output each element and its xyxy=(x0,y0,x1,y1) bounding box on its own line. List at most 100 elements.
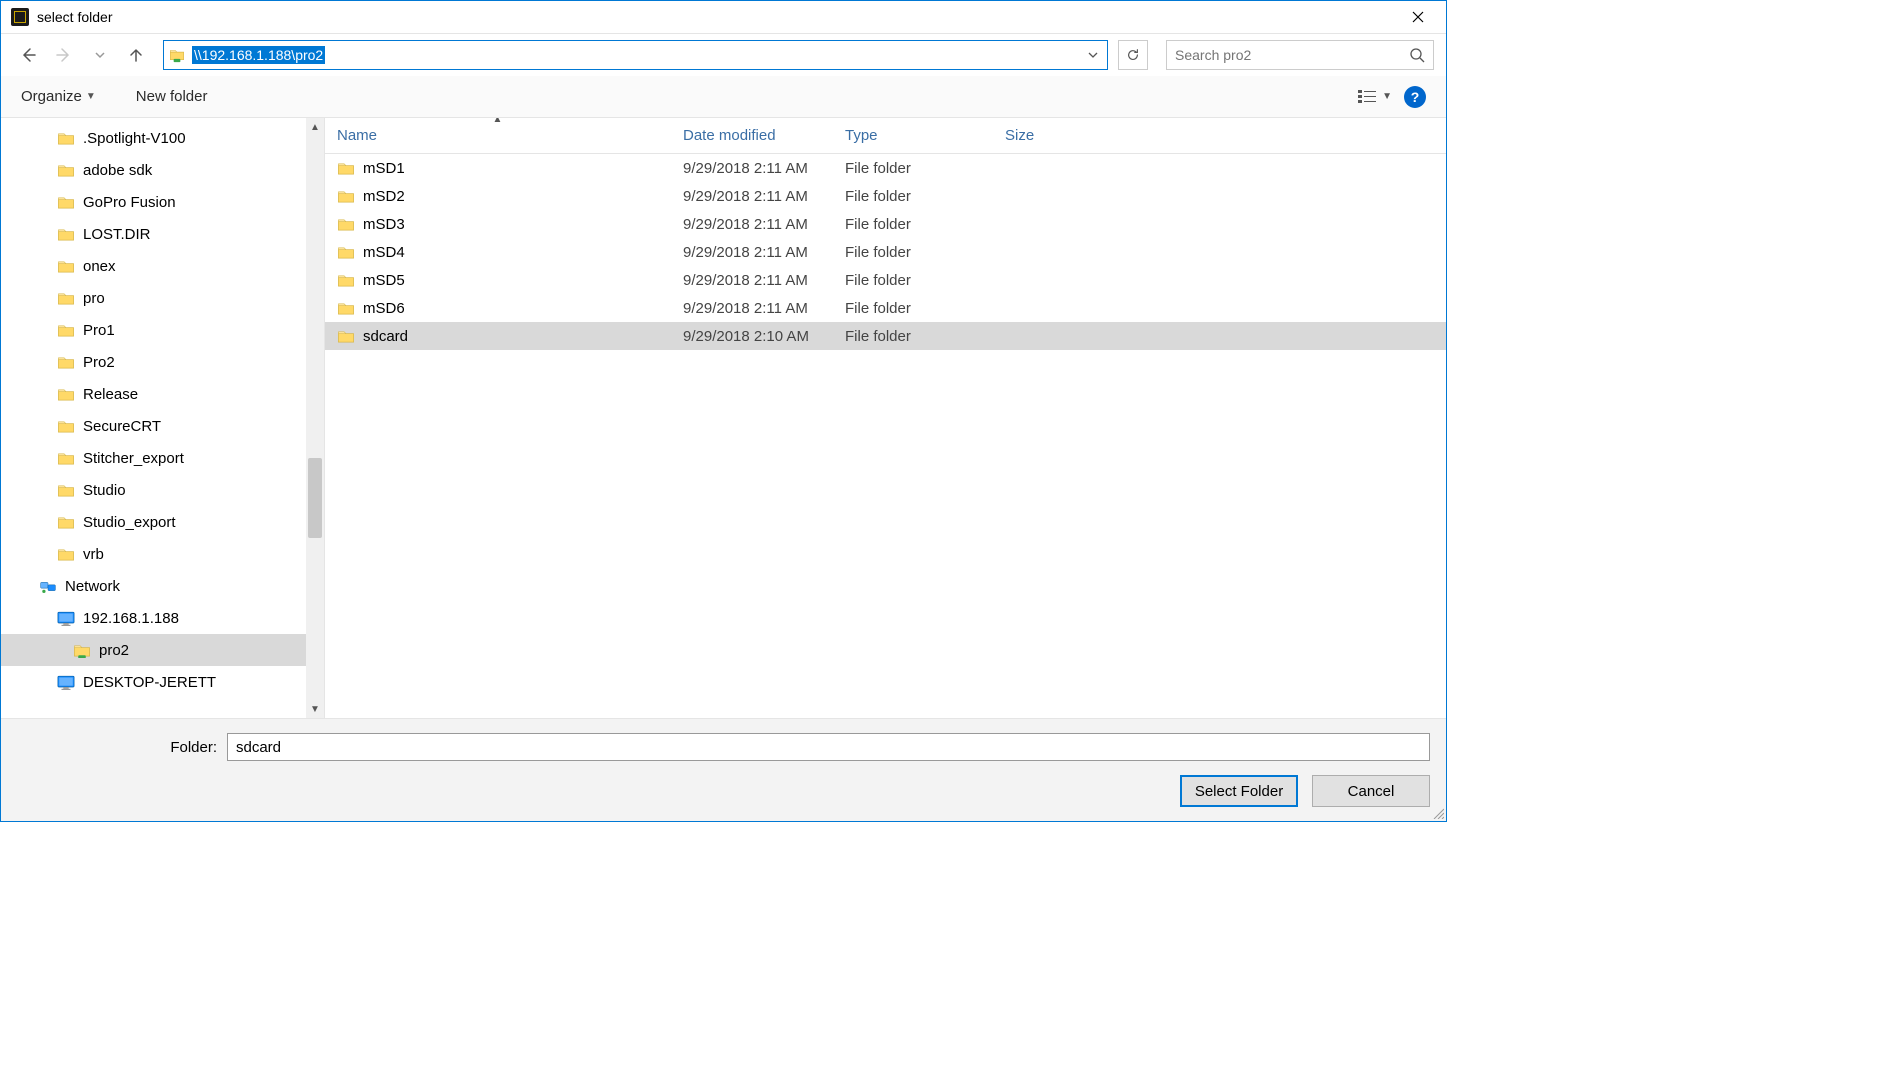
tree-item[interactable]: Release xyxy=(1,378,324,410)
file-name: mSD3 xyxy=(363,216,405,233)
file-type: File folder xyxy=(833,216,993,233)
tree-item[interactable]: GoPro Fusion xyxy=(1,186,324,218)
folder-label: Folder: xyxy=(17,739,217,756)
tree-item[interactable]: Stitcher_export xyxy=(1,442,324,474)
dialog-window: select folder \\192.168.1.188\pro2 xyxy=(0,0,1447,822)
file-row[interactable]: mSD59/29/2018 2:11 AMFile folder xyxy=(325,266,1446,294)
forward-button[interactable] xyxy=(49,40,79,70)
column-size[interactable]: Size xyxy=(993,118,1093,153)
tree-item[interactable]: .Spotlight-V100 xyxy=(1,122,324,154)
file-row[interactable]: sdcard9/29/2018 2:10 AMFile folder xyxy=(325,322,1446,350)
tree-item-label: Stitcher_export xyxy=(83,450,184,467)
window-title: select folder xyxy=(37,9,112,25)
file-date: 9/29/2018 2:10 AM xyxy=(671,328,833,345)
new-folder-button[interactable]: New folder xyxy=(136,88,208,105)
folder-input[interactable] xyxy=(227,733,1430,761)
column-headers: Name ▲ Date modified Type Size xyxy=(325,118,1446,154)
cancel-button[interactable]: Cancel xyxy=(1312,775,1430,807)
file-date: 9/29/2018 2:11 AM xyxy=(671,216,833,233)
file-type: File folder xyxy=(833,300,993,317)
tree-item[interactable]: SecureCRT xyxy=(1,410,324,442)
tree-item[interactable]: Studio_export xyxy=(1,506,324,538)
select-folder-button[interactable]: Select Folder xyxy=(1180,775,1298,807)
scroll-up-icon[interactable]: ▲ xyxy=(306,118,324,136)
file-type: File folder xyxy=(833,160,993,177)
organize-button[interactable]: Organize ▼ xyxy=(21,88,96,105)
tree-item-label: onex xyxy=(83,258,116,275)
app-icon xyxy=(11,8,29,26)
column-name[interactable]: Name ▲ xyxy=(325,118,671,153)
file-type: File folder xyxy=(833,188,993,205)
folder-icon xyxy=(57,225,75,243)
view-mode-button[interactable]: ▼ xyxy=(1356,89,1392,105)
search-input[interactable] xyxy=(1175,47,1409,63)
tree-item-label: vrb xyxy=(83,546,104,563)
tree-item[interactable]: 192.168.1.188 xyxy=(1,602,324,634)
tree-item[interactable]: onex xyxy=(1,250,324,282)
tree-item[interactable]: adobe sdk xyxy=(1,154,324,186)
up-button[interactable] xyxy=(121,40,151,70)
column-date[interactable]: Date modified xyxy=(671,118,833,153)
file-row[interactable]: mSD2 9/29/2018 2:11 AMFile folder xyxy=(325,182,1446,210)
folder-icon xyxy=(57,161,75,179)
column-type[interactable]: Type xyxy=(833,118,993,153)
caret-down-icon: ▼ xyxy=(86,91,96,102)
refresh-button[interactable] xyxy=(1118,40,1148,70)
view-details-icon xyxy=(1356,89,1378,105)
tree-item[interactable]: DESKTOP-JERETT xyxy=(1,666,324,698)
folder-icon xyxy=(57,385,75,403)
file-row[interactable]: mSD19/29/2018 2:11 AMFile folder xyxy=(325,154,1446,182)
folder-icon xyxy=(57,353,75,371)
file-date: 9/29/2018 2:11 AM xyxy=(671,188,833,205)
bottom-bar: Folder: Select Folder Cancel xyxy=(1,718,1446,821)
tree-item[interactable]: Network xyxy=(1,570,324,602)
arrow-left-icon xyxy=(20,47,36,63)
search-box[interactable] xyxy=(1166,40,1434,70)
folder-icon xyxy=(337,327,355,345)
close-button[interactable] xyxy=(1398,3,1438,31)
help-button[interactable]: ? xyxy=(1404,86,1426,108)
caret-down-icon: ▼ xyxy=(1382,91,1392,102)
monitor-icon xyxy=(57,673,75,691)
tree-item-label: DESKTOP-JERETT xyxy=(83,674,216,691)
tree-item[interactable]: LOST.DIR xyxy=(1,218,324,250)
netfolder-icon xyxy=(73,641,91,659)
tree-item[interactable]: Pro1 xyxy=(1,314,324,346)
search-icon xyxy=(1409,47,1425,63)
file-row[interactable]: mSD3 9/29/2018 2:11 AMFile folder xyxy=(325,210,1446,238)
resize-grip[interactable] xyxy=(1430,805,1444,819)
scroll-down-icon[interactable]: ▼ xyxy=(306,700,324,718)
file-date: 9/29/2018 2:11 AM xyxy=(671,272,833,289)
chevron-down-icon xyxy=(94,49,106,61)
monitor-icon xyxy=(57,609,75,627)
tree-item-label: 192.168.1.188 xyxy=(83,610,179,627)
tree-item-label: LOST.DIR xyxy=(83,226,151,243)
file-name: mSD2 xyxy=(363,188,405,205)
new-folder-label: New folder xyxy=(136,88,208,105)
recent-dropdown[interactable] xyxy=(85,40,115,70)
file-row[interactable]: mSD49/29/2018 2:11 AMFile folder xyxy=(325,238,1446,266)
file-row[interactable]: mSD69/29/2018 2:11 AMFile folder xyxy=(325,294,1446,322)
tree-item-label: Network xyxy=(65,578,120,595)
arrow-right-icon xyxy=(56,47,72,63)
scroll-thumb[interactable] xyxy=(308,458,322,538)
address-bar[interactable]: \\192.168.1.188\pro2 xyxy=(163,40,1108,70)
back-button[interactable] xyxy=(13,40,43,70)
tree-item[interactable]: pro xyxy=(1,282,324,314)
tree-item-label: Pro2 xyxy=(83,354,115,371)
tree-item-label: SecureCRT xyxy=(83,418,161,435)
folder-icon xyxy=(337,243,355,261)
tree-item-label: Studio_export xyxy=(83,514,176,531)
tree-item[interactable]: Pro2 xyxy=(1,346,324,378)
file-name: mSD5 xyxy=(363,272,405,289)
sort-asc-icon: ▲ xyxy=(493,118,503,125)
tree-item[interactable]: pro2 xyxy=(1,634,324,666)
file-type: File folder xyxy=(833,244,993,261)
address-dropdown[interactable] xyxy=(1083,49,1103,61)
folder-icon xyxy=(57,257,75,275)
tree-item[interactable]: vrb xyxy=(1,538,324,570)
file-name: mSD1 xyxy=(363,160,405,177)
folder-icon xyxy=(57,193,75,211)
sidebar-scrollbar[interactable]: ▲ ▼ xyxy=(306,118,324,718)
tree-item[interactable]: Studio xyxy=(1,474,324,506)
